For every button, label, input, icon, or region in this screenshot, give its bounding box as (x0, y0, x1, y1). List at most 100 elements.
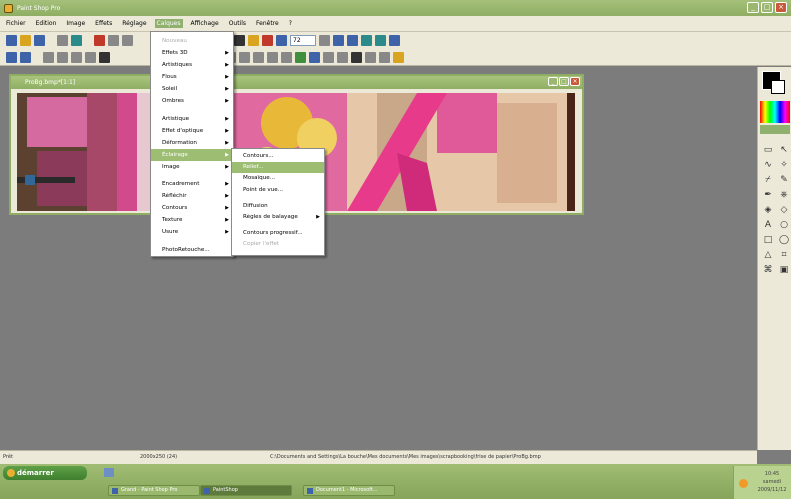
ellipse-tool-icon[interactable]: ◯ (778, 235, 790, 246)
pointer-tool-icon[interactable]: ↖ (778, 145, 790, 156)
effects-menu-item-eclairage[interactable]: Éclairage ▶ (151, 148, 233, 161)
select-all-icon[interactable] (6, 51, 17, 63)
scan-icon[interactable] (71, 35, 82, 46)
browse-icon[interactable] (389, 35, 400, 46)
text-tool-icon[interactable] (234, 35, 245, 46)
layer-delete-icon[interactable] (239, 51, 250, 63)
pen-tool-icon[interactable]: ✒ (762, 190, 774, 201)
zoom-icon[interactable] (43, 51, 54, 63)
start-button[interactable]: démarrer (3, 466, 87, 480)
cut-icon[interactable] (122, 35, 133, 46)
image-window-titlebar[interactable]: ProBg.bmp*[1:1] _ □ × (11, 76, 582, 89)
taskbar-task-3[interactable]: Document1 - Microsoft... (303, 485, 395, 496)
minimize-button[interactable]: _ (747, 2, 759, 13)
background-color-swatch[interactable] (771, 80, 785, 94)
effects-menu-item-encadrement[interactable]: Encadrement ▶ (151, 178, 233, 190)
selection-tool-icon[interactable]: ▭ (762, 145, 774, 156)
effects-menu-item-effets-3d[interactable]: Effets 3D ▶ (151, 47, 233, 59)
effects-menu-item-contours[interactable]: Contours ▶ (151, 202, 233, 214)
effects-menu-item-ombres[interactable]: Ombres ▶ (151, 95, 233, 107)
submenu-item-mosaique[interactable]: Mosaïque... (232, 173, 324, 184)
rectangle-tool-icon[interactable]: □ (762, 235, 774, 246)
menu-calques[interactable]: Calques (154, 19, 183, 28)
save-icon[interactable] (34, 35, 45, 46)
color-icon[interactable] (248, 35, 259, 46)
crop-tool-icon[interactable]: ⌗ (778, 250, 790, 261)
zoom-out-icon[interactable] (347, 35, 358, 46)
tool-options-icon[interactable] (323, 51, 334, 63)
deselect-icon[interactable] (20, 51, 31, 63)
menu-fenetre[interactable]: Fenêtre (254, 19, 281, 28)
capture-icon[interactable] (379, 51, 390, 63)
flip-icon[interactable] (85, 51, 96, 63)
effects-menu-item-reflechir[interactable]: Réfléchir ▶ (151, 190, 233, 202)
flood-tool-icon[interactable]: ▣ (778, 265, 790, 276)
layers-palette-icon[interactable] (337, 51, 348, 63)
crop-icon[interactable] (99, 51, 110, 63)
palette-tab[interactable] (760, 125, 790, 134)
effects-menu-item-artistique[interactable]: Artistique ▶ (151, 113, 233, 125)
brush-tool-icon[interactable]: ✎ (778, 175, 790, 186)
zoom-in-icon[interactable] (333, 35, 344, 46)
zoom-fit-icon[interactable] (57, 51, 68, 63)
rotate-icon[interactable] (71, 51, 82, 63)
print-icon[interactable] (57, 35, 68, 46)
effects-menu-item-deformation[interactable]: Déformation ▶ (151, 137, 233, 149)
line-tool-icon[interactable]: △ (762, 250, 774, 261)
batch-icon[interactable] (365, 51, 376, 63)
view-icon[interactable] (319, 35, 330, 46)
menu-edition[interactable]: Edition (34, 19, 59, 28)
quick-launch-icon[interactable] (104, 468, 114, 477)
warp-tool-icon[interactable]: ⌘ (762, 265, 774, 276)
submenu-item-contours[interactable]: Contours... (232, 151, 324, 162)
redo-icon[interactable] (108, 35, 119, 46)
effects-menu-item-photoretouche[interactable]: PhotoRetouche... (151, 244, 233, 256)
menu-reglage[interactable]: Réglage (120, 19, 148, 28)
script-icon[interactable] (351, 51, 362, 63)
maximize-button[interactable]: □ (761, 2, 773, 13)
undo-icon[interactable] (94, 35, 105, 46)
open-file-icon[interactable] (20, 35, 31, 46)
effects-menu-item-soleil[interactable]: Soleil ▶ (151, 83, 233, 95)
effects-menu-item-image[interactable]: Image ▶ (151, 161, 233, 173)
submenu-item-diffusion[interactable]: Diffusion (232, 201, 324, 212)
mask-icon[interactable] (267, 51, 278, 63)
image-close-button[interactable]: × (570, 77, 580, 86)
taskbar-task-2[interactable]: PaintShop (200, 485, 292, 496)
color-palette[interactable] (760, 101, 790, 123)
shape-tool-icon[interactable]: ○ (778, 220, 790, 231)
submenu-item-contours-progressif[interactable]: Contours progressif... (232, 228, 324, 239)
tray-icon[interactable] (739, 479, 748, 488)
text-tool-palette-icon[interactable]: A (762, 220, 774, 231)
image-minimize-button[interactable]: _ (548, 77, 558, 86)
clone-tool-icon[interactable]: ⎈ (778, 190, 790, 201)
effects-menu-item-texture[interactable]: Texture ▶ (151, 214, 233, 226)
effects-browser-icon[interactable] (393, 51, 404, 63)
submenu-item-point-de-vue[interactable]: Point de vue... (232, 185, 324, 196)
fill-tool-icon[interactable]: ◈ (762, 205, 774, 216)
menu-effets[interactable]: Effets (93, 19, 114, 28)
magic-wand-icon[interactable]: ✧ (778, 160, 790, 171)
palette-icon[interactable] (281, 51, 292, 63)
menu-fichier[interactable]: Fichier (4, 19, 28, 28)
overview-icon[interactable] (309, 51, 320, 63)
eraser-tool-icon[interactable]: ◇ (778, 205, 790, 216)
effects-menu-item-effet-d-optique[interactable]: Effet d'optique ▶ (151, 125, 233, 137)
font-size-field[interactable]: 72 (290, 35, 316, 46)
window-icon[interactable] (276, 35, 287, 46)
menu-image[interactable]: Image (64, 19, 87, 28)
lasso-tool-icon[interactable]: ∿ (762, 160, 774, 171)
merge-icon[interactable] (253, 51, 264, 63)
image-maximize-button[interactable]: □ (559, 77, 569, 86)
effects-menu-item-flous[interactable]: Flous ▶ (151, 71, 233, 83)
new-file-icon[interactable] (6, 35, 17, 46)
effects-menu-item-usure[interactable]: Usure ▶ (151, 226, 233, 238)
taskbar-task-1[interactable]: Grand - Paint Shop Pro (108, 485, 200, 496)
effects-menu-item-artistiques[interactable]: Artistiques ▶ (151, 59, 233, 71)
ruler-icon[interactable] (375, 35, 386, 46)
eyedropper-icon[interactable]: ⌿ (762, 175, 774, 186)
paint-icon[interactable] (262, 35, 273, 46)
submenu-item-relief[interactable]: Relief... (232, 162, 324, 174)
submenu-item-regles-de-balayage[interactable]: Règles de balayage ▶ (232, 212, 324, 223)
menu-outils[interactable]: Outils (227, 19, 248, 28)
